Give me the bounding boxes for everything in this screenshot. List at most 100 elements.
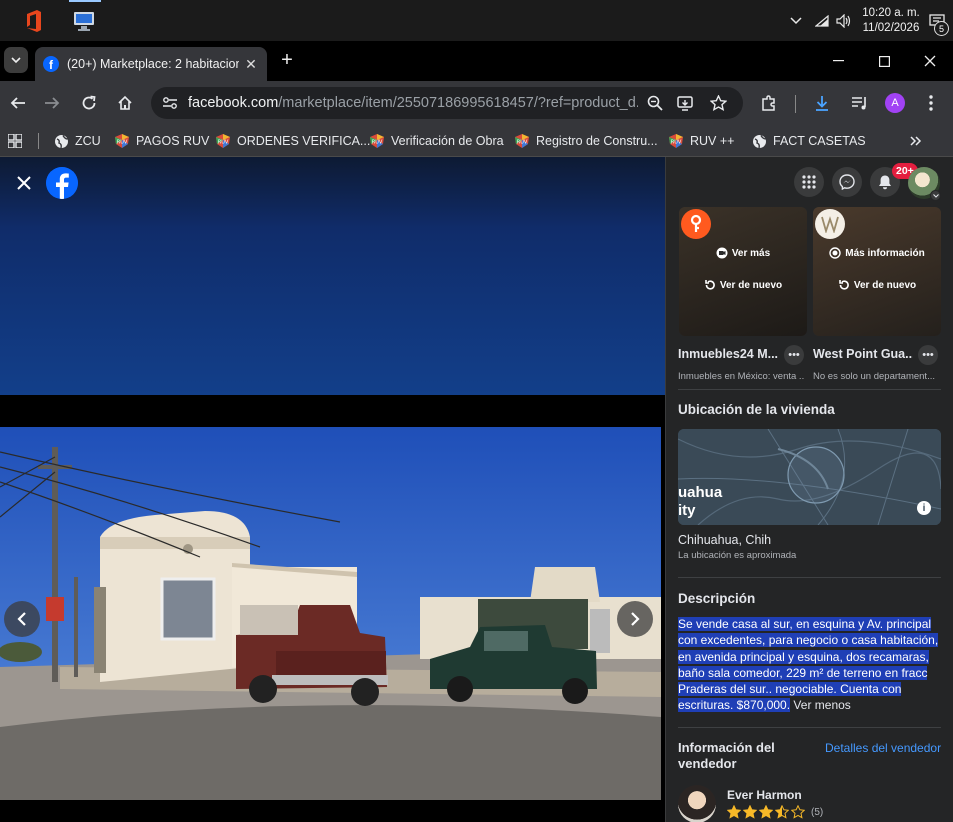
install-app-icon[interactable] <box>677 94 695 112</box>
globe-icon <box>53 133 69 149</box>
reload-button[interactable] <box>77 91 101 115</box>
browser-tab-strip: f (20+) Marketplace: 2 habitacion ✕ + <box>0 41 953 81</box>
maximize-button[interactable] <box>861 47 907 75</box>
remote-desktop-icon[interactable] <box>69 6 99 36</box>
facebook-header-actions: 20+ <box>666 157 953 207</box>
messenger-button[interactable] <box>832 167 862 197</box>
downloads-button[interactable] <box>810 91 834 115</box>
chevron-up-icon[interactable] <box>785 10 807 32</box>
bookmark-verificacion-obra[interactable]: RUV Verificación de Obra <box>369 132 504 150</box>
active-app-indicator <box>69 0 101 2</box>
system-tray: 10:20 a. m. 11/02/2026 5 <box>785 0 953 41</box>
menu-button[interactable] <box>794 167 824 197</box>
svg-text:RUV: RUV <box>671 140 682 146</box>
bookmark-star-icon[interactable] <box>709 94 727 112</box>
media-control-button[interactable] <box>848 91 872 115</box>
sponsored-card-2[interactable]: Más información Ver de nuevo <box>813 207 941 336</box>
ruv-icon: RUV <box>114 133 130 149</box>
taskbar-clock[interactable]: 10:20 a. m. 11/02/2026 <box>861 6 921 36</box>
home-button[interactable] <box>113 91 137 115</box>
seller-details-link[interactable]: Detalles del vendedor <box>825 741 941 755</box>
bookmark-label: ORDENES VERIFICA... <box>237 134 371 148</box>
more-vertical-icon <box>929 95 933 111</box>
previous-photo-area <box>0 157 665 395</box>
globe-icon <box>751 133 767 149</box>
svg-text:RUV: RUV <box>218 140 229 146</box>
notification-center-button[interactable]: 5 <box>921 0 953 41</box>
bookmark-label: FACT CASETAS <box>773 134 866 148</box>
ad-action-replay[interactable]: Ver de nuevo <box>679 279 807 291</box>
sponsored-card-1[interactable]: Ver más Ver de nuevo <box>679 207 807 336</box>
svg-text:RUV: RUV <box>372 140 383 146</box>
svg-text:RUV: RUV <box>517 140 528 146</box>
extensions-button[interactable] <box>757 91 781 115</box>
bookmark-label: Verificación de Obra <box>391 134 504 148</box>
ad-action-label: Ver más <box>731 247 771 259</box>
reload-icon <box>82 95 96 110</box>
bookmarks-separator <box>38 133 39 149</box>
menu-grid-icon <box>802 175 816 189</box>
close-window-button[interactable] <box>907 47 953 75</box>
url-text[interactable]: facebook.com/marketplace/item/2550718699… <box>188 95 638 111</box>
location-map[interactable]: uahua ity i <box>678 429 941 525</box>
replay-icon <box>838 279 850 291</box>
back-button[interactable] <box>6 91 30 115</box>
office-app-icon[interactable] <box>19 6 49 36</box>
new-tab-button[interactable]: + <box>277 50 297 71</box>
chevron-right-icon <box>631 612 640 626</box>
bookmark-zcu[interactable]: ZCU <box>53 132 101 150</box>
tab-close-icon[interactable]: ✕ <box>243 56 259 73</box>
arrow-left-icon <box>10 97 25 109</box>
browser-menu-button[interactable] <box>919 91 943 115</box>
listing-photo[interactable] <box>0 427 661 800</box>
site-info-icon[interactable] <box>161 94 179 112</box>
ad-subtitle: Inmuebles en México: venta ... <box>678 371 805 382</box>
facebook-logo-icon[interactable] <box>46 167 78 199</box>
account-chevron-icon[interactable] <box>930 190 941 201</box>
location-heading: Ubicación de la vivienda <box>678 402 835 417</box>
info-circle-icon <box>829 247 841 259</box>
zoom-icon[interactable] <box>646 94 664 112</box>
bookmarks-overflow-button[interactable] <box>910 132 922 150</box>
ad-action-view-more[interactable]: Ver más <box>679 247 807 259</box>
bookmark-ordenes-verifica[interactable]: RUV ORDENES VERIFICA... <box>215 132 370 150</box>
bookmark-fact-casetas[interactable]: FACT CASETAS <box>751 132 866 150</box>
profile-avatar[interactable]: A <box>885 93 905 113</box>
previous-photo-button[interactable] <box>4 601 40 637</box>
ad-action-more-info[interactable]: Más información <box>813 247 941 259</box>
ruv-icon: RUV <box>369 133 385 149</box>
bookmark-ruv-plus[interactable]: RUV RUV ++ <box>668 132 734 150</box>
minimize-button[interactable] <box>815 47 861 75</box>
address-bar[interactable]: facebook.com/marketplace/item/2550718699… <box>151 87 743 119</box>
seller-name[interactable]: Ever Harmon <box>727 788 802 802</box>
browser-toolbar: facebook.com/marketplace/item/2550718699… <box>0 81 953 125</box>
chevron-down-icon <box>11 56 21 63</box>
next-photo-button[interactable] <box>617 601 653 637</box>
bookmark-registro-construccion[interactable]: RUV Registro de Constru... <box>514 132 658 150</box>
map-info-icon[interactable]: i <box>917 501 931 515</box>
bookmark-pagos-ruv[interactable]: RUV PAGOS RUV <box>114 132 209 150</box>
ad-options-button[interactable]: ••• <box>784 345 804 365</box>
map-label-line2: ity <box>678 502 696 519</box>
bookmark-label: Registro de Constru... <box>536 134 658 148</box>
star-icon <box>727 805 741 819</box>
close-viewer-button[interactable] <box>8 167 40 199</box>
ad-action-replay[interactable]: Ver de nuevo <box>813 279 941 291</box>
browser-tab-marketplace[interactable]: f (20+) Marketplace: 2 habitacion ✕ <box>35 47 267 81</box>
double-chevron-right-icon <box>910 136 922 146</box>
divider <box>678 727 941 728</box>
wifi-icon[interactable] <box>811 10 833 32</box>
ad-advertiser-name[interactable]: West Point Gua... <box>813 347 913 361</box>
forward-button[interactable] <box>40 91 64 115</box>
star-icon <box>791 805 805 819</box>
tab-search-button[interactable] <box>4 47 28 73</box>
ad-options-button[interactable]: ••• <box>918 345 938 365</box>
volume-icon[interactable] <box>833 10 855 32</box>
seller-rating: (5) <box>727 805 823 819</box>
ad-advertiser-name[interactable]: Inmuebles24 M... <box>678 347 778 361</box>
seller-avatar[interactable] <box>678 785 716 822</box>
apps-grid-button[interactable] <box>8 132 22 150</box>
listing-details-panel: 20+ Ver más Ver de nuevo Inmuebles24 M..… <box>665 157 953 822</box>
ruv-icon: RUV <box>668 133 684 149</box>
see-less-link[interactable]: Ver menos <box>793 698 850 712</box>
